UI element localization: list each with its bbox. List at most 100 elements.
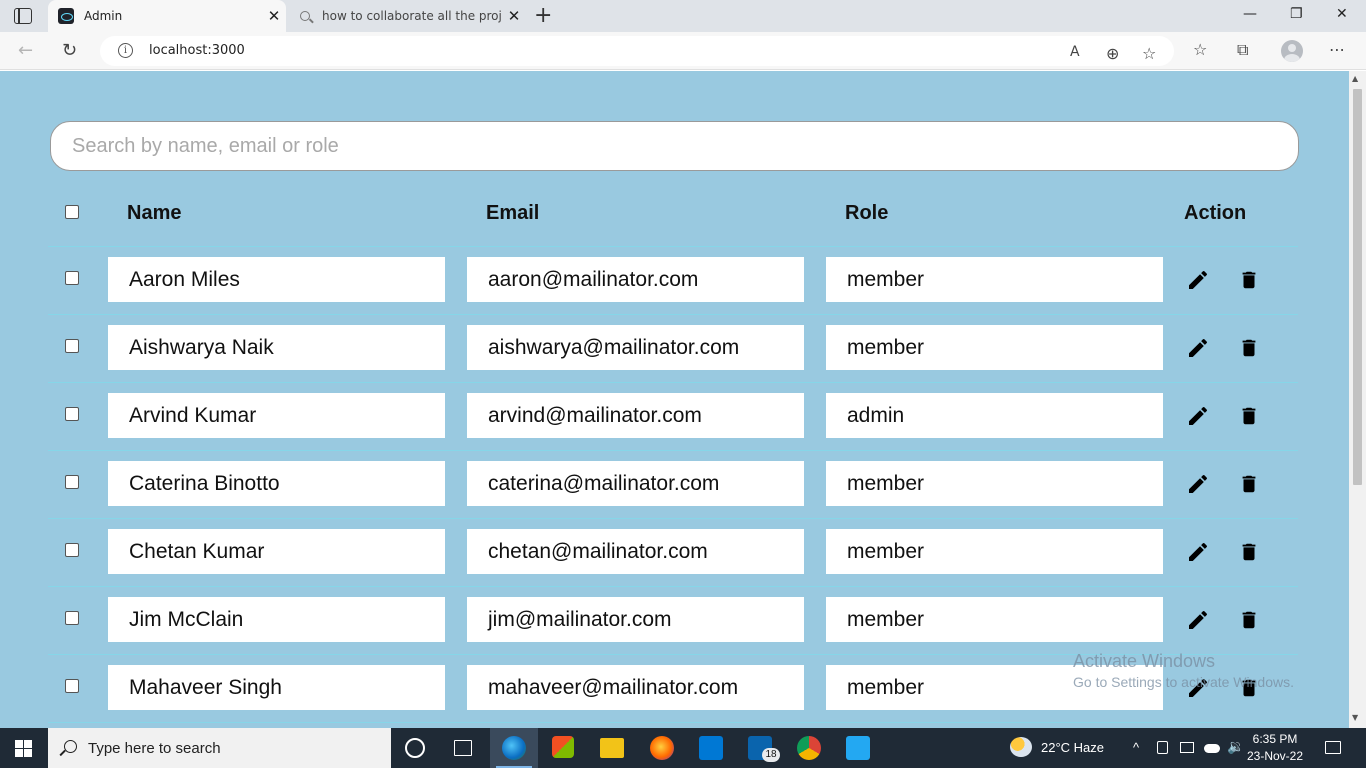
clock-date: 23-Nov-22 — [1246, 749, 1304, 763]
select-all-checkbox[interactable] — [65, 205, 79, 219]
name-field[interactable]: Aishwarya Naik — [108, 325, 445, 370]
watermark-subtitle: Go to Settings to activate Windows. — [1073, 674, 1294, 690]
edit-icon[interactable] — [1186, 608, 1210, 632]
activate-windows-watermark: Activate Windows Go to Settings to activ… — [1073, 651, 1294, 690]
table-row: Chetan Kumar chetan@mailinator.com member — [48, 519, 1298, 587]
email-field[interactable]: aaron@mailinator.com — [467, 257, 804, 302]
delete-icon[interactable] — [1238, 540, 1260, 564]
favorites-icon[interactable]: ☆ — [1193, 40, 1207, 59]
name-field[interactable]: Jim McClain — [108, 597, 445, 642]
role-header: Role — [845, 202, 889, 224]
action-header: Action — [1184, 202, 1247, 224]
name-field[interactable]: Chetan Kumar — [108, 529, 445, 574]
collections-icon[interactable]: ⧉ — [1237, 40, 1248, 60]
name-field[interactable]: Arvind Kumar — [108, 393, 445, 438]
device-icon[interactable] — [1157, 741, 1168, 754]
vscode-icon[interactable] — [846, 736, 870, 760]
notifications-icon[interactable] — [1325, 741, 1341, 754]
role-field[interactable]: member — [826, 257, 1163, 302]
news-app-icon[interactable] — [699, 736, 723, 760]
tab-title: how to collaborate all the projec — [322, 9, 502, 23]
site-info-icon[interactable]: i — [118, 43, 133, 58]
profile-avatar-icon[interactable] — [1281, 40, 1303, 62]
read-aloud-icon[interactable]: A — [1070, 44, 1080, 60]
weather-text[interactable]: 22°C Haze — [1041, 740, 1104, 755]
chrome-icon[interactable] — [797, 736, 821, 760]
delete-icon[interactable] — [1238, 336, 1260, 360]
name-header: Name — [127, 202, 182, 224]
name-field[interactable]: Aaron Miles — [108, 257, 445, 302]
search-input[interactable] — [50, 121, 1299, 171]
file-explorer-icon[interactable] — [600, 738, 624, 758]
row-checkbox[interactable] — [65, 475, 79, 489]
role-field[interactable]: member — [826, 325, 1163, 370]
delete-icon[interactable] — [1238, 404, 1260, 428]
firefox-icon[interactable] — [650, 736, 674, 760]
role-field[interactable]: member — [826, 461, 1163, 506]
email-field[interactable]: caterina@mailinator.com — [467, 461, 804, 506]
role-field[interactable]: member — [826, 597, 1163, 642]
sidebar-toggle-icon[interactable] — [14, 8, 32, 24]
refresh-icon[interactable]: ↻ — [62, 40, 77, 61]
edit-icon[interactable] — [1186, 540, 1210, 564]
email-field[interactable]: jim@mailinator.com — [467, 597, 804, 642]
role-field[interactable]: member — [826, 529, 1163, 574]
taskbar-clock[interactable]: 6:35 PM 23-Nov-22 — [1240, 731, 1310, 765]
delete-icon[interactable] — [1238, 472, 1260, 496]
role-field[interactable]: admin — [826, 393, 1163, 438]
back-icon[interactable]: ← — [18, 40, 33, 61]
restore-icon[interactable]: ❐ — [1290, 6, 1303, 22]
row-checkbox[interactable] — [65, 679, 79, 693]
edit-icon[interactable] — [1186, 404, 1210, 428]
name-field[interactable]: Caterina Binotto — [108, 461, 445, 506]
delete-icon[interactable] — [1238, 608, 1260, 632]
edit-icon[interactable] — [1186, 336, 1210, 360]
scroll-down-icon[interactable]: ▼ — [1352, 713, 1358, 722]
scroll-up-icon[interactable]: ▲ — [1352, 74, 1358, 83]
clock-time: 6:35 PM — [1252, 732, 1298, 746]
email-field[interactable]: mahaveer@mailinator.com — [467, 665, 804, 710]
windows-start-icon[interactable] — [15, 740, 32, 757]
tab-search-result[interactable]: how to collaborate all the projec ✕ — [290, 0, 526, 32]
row-checkbox[interactable] — [65, 543, 79, 557]
weather-icon[interactable] — [1010, 737, 1032, 757]
show-hidden-icons-icon[interactable]: ^ — [1133, 740, 1139, 755]
onedrive-icon[interactable] — [1204, 744, 1220, 753]
address-bar[interactable]: i localhost:3000 A ⊕ ☆ — [100, 36, 1174, 66]
store-icon[interactable] — [552, 736, 574, 758]
email-field[interactable]: chetan@mailinator.com — [467, 529, 804, 574]
edge-icon — [502, 736, 526, 760]
cortana-icon[interactable] — [405, 738, 425, 758]
search-icon — [64, 740, 77, 753]
tab-close-icon[interactable]: ✕ — [262, 7, 286, 25]
row-checkbox[interactable] — [65, 271, 79, 285]
window-close-icon[interactable]: ✕ — [1336, 6, 1348, 22]
row-checkbox[interactable] — [65, 339, 79, 353]
add-favorite-icon[interactable]: ☆ — [1142, 44, 1156, 63]
tab-admin[interactable]: Admin ✕ — [48, 0, 286, 32]
page-scrollbar[interactable]: ▲ ▼ — [1349, 71, 1366, 728]
url-text[interactable]: localhost:3000 — [149, 43, 245, 58]
table-row: Jim McClain jim@mailinator.com member — [48, 587, 1298, 655]
taskbar-search[interactable]: Type here to search — [48, 728, 391, 768]
delete-icon[interactable] — [1238, 268, 1260, 292]
search-icon — [300, 11, 310, 21]
edit-icon[interactable] — [1186, 472, 1210, 496]
new-tab-icon[interactable]: + — [534, 3, 552, 28]
minimize-icon[interactable]: — — [1243, 6, 1257, 22]
taskbar-edge-active[interactable] — [490, 728, 538, 768]
email-field[interactable]: arvind@mailinator.com — [467, 393, 804, 438]
name-field[interactable]: Mahaveer Singh — [108, 665, 445, 710]
windows-taskbar: Type here to search 18 22°C Haze ^ 🔉 6:3… — [0, 728, 1366, 768]
tab-close-icon[interactable]: ✕ — [502, 7, 526, 25]
network-icon[interactable] — [1180, 742, 1194, 753]
task-view-icon[interactable] — [454, 740, 472, 756]
email-field[interactable]: aishwarya@mailinator.com — [467, 325, 804, 370]
more-options-icon[interactable]: ⋯ — [1329, 40, 1345, 59]
zoom-icon[interactable]: ⊕ — [1106, 44, 1119, 63]
edit-icon[interactable] — [1186, 268, 1210, 292]
scroll-thumb[interactable] — [1353, 89, 1362, 485]
row-checkbox[interactable] — [65, 407, 79, 421]
row-checkbox[interactable] — [65, 611, 79, 625]
table-row: Caterina Binotto caterina@mailinator.com m… — [48, 451, 1298, 519]
